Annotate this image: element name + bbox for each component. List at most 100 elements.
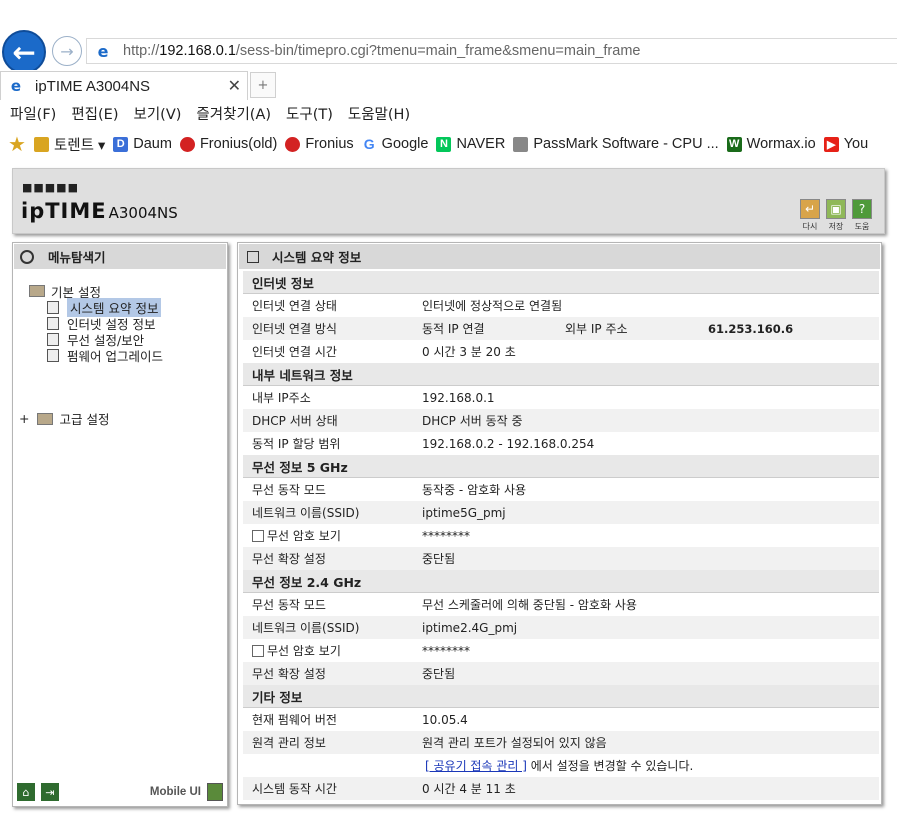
content-header: 시스템 요약 정보 (239, 244, 880, 269)
menu-favorites[interactable]: 즐겨찾기(A) (196, 103, 271, 124)
table-row: 무선 확장 설정 중단됨 (243, 662, 879, 685)
daum-icon: D (113, 136, 129, 152)
table-row: 동적 IP 할당 범위 192.168.0.2 - 192.168.0.254 (252, 436, 595, 452)
chart-icon (47, 300, 59, 314)
fav-fronius[interactable]: Fronius (285, 136, 354, 152)
section-internet: 인터넷 정보 (243, 271, 879, 294)
menu-explorer: 메뉴탐색기 기본 설정 시스템 요약 정보 인터넷 설정 정보 무선 설정/보안… (12, 242, 228, 807)
menu-tree: 기본 설정 시스템 요약 정보 인터넷 설정 정보 무선 설정/보안 펌웨어 업… (29, 283, 163, 364)
new-tab-button[interactable]: + (250, 72, 276, 98)
table-row: 원격 관리 정보 원격 관리 포트가 설정되어 있지 않음 (243, 731, 879, 754)
fav-google[interactable]: G Google (362, 136, 429, 152)
expand-icon: + (19, 411, 30, 426)
sidebar-footer: ⌂ ⇥ Mobile UI (17, 782, 223, 802)
show-password-5g[interactable]: 무선 암호 보기 (252, 527, 341, 544)
url-text: http://192.168.0.1/sess-bin/timepro.cgi?… (123, 43, 641, 59)
tree-advanced-settings[interactable]: + 고급 설정 (19, 409, 109, 428)
favorites-bar: ★ 토렌트 ▾ D Daum Fronius(old) Fronius G Goog… (0, 130, 897, 158)
wireless-icon (47, 332, 59, 346)
router-page: ■■■■■ ipTIME A3004NS ↵ 다시 ▣ 저장 ? 도움 메뉴탐색기 기본… (0, 160, 897, 823)
address-bar: ← → e http://192.168.0.1/sess-bin/timepr… (0, 28, 897, 74)
google-icon: G (363, 136, 375, 152)
ie-icon: e (97, 41, 109, 61)
table-row: DHCP 서버 상태 DHCP 서버 동작 중 (243, 409, 879, 432)
tab-iptime[interactable]: e ipTIME A3004NS ✕ (0, 71, 248, 100)
back-arrow-icon: ← (12, 35, 36, 69)
table-row: 인터넷 연결 시간 0 시간 3 분 20 초 (252, 345, 516, 359)
table-row: 무선 동작 모드 무선 스케줄러에 의해 중단됨 - 암호화 사용 (252, 598, 637, 612)
fronius-icon (285, 136, 301, 152)
summary-table: 인터넷 정보 인터넷 연결 상태 인터넷에 정상적으로 연결됨 인터넷 연결 방식… (243, 271, 879, 800)
reload-button[interactable]: ↵ 다시 (800, 199, 820, 232)
fav-daum[interactable]: D Daum (113, 136, 172, 152)
menu-file[interactable]: 파일(F) (10, 103, 56, 124)
table-row: 시스템 동작 시간 0 시간 4 분 11 초 (243, 777, 879, 800)
back-arrow-icon: ↵ (800, 199, 820, 219)
mobile-icon[interactable] (207, 783, 223, 801)
menu-tools[interactable]: 도구(T) (286, 103, 333, 124)
youtube-icon: ▶ (823, 136, 839, 152)
table-row: 네트워크 이름(SSID) iptime2.4G_pmj (243, 616, 879, 639)
forward-arrow-icon: → (60, 41, 74, 61)
table-row: 현재 펌웨어 버전 10.05.4 (252, 712, 468, 728)
logo-dots: ■■■■■ (22, 181, 79, 194)
table-row: 네트워크 이름(SSID) iptime5G_pmj (243, 501, 879, 524)
section-etc: 기타 정보 (243, 685, 879, 708)
folder-icon (29, 285, 45, 297)
fav-torrent[interactable]: 토렌트 ▾ (33, 134, 105, 155)
ie-icon: e (10, 77, 22, 95)
tab-strip: e ipTIME A3004NS ✕ + (0, 70, 897, 100)
url-field[interactable]: e http://192.168.0.1/sess-bin/timepro.cg… (86, 38, 897, 64)
naver-icon: N (436, 136, 452, 152)
menu-help[interactable]: 도움말(H) (348, 103, 410, 124)
section-wireless-24ghz: 무선 정보 2.4 GHz (243, 570, 879, 593)
star-icon[interactable]: ★ (8, 132, 26, 156)
help-icon: ? (852, 199, 872, 219)
folder-icon (33, 136, 49, 152)
remote-access-link[interactable]: [ 공유기 접속 관리 ] (425, 759, 527, 773)
show-password-checkbox[interactable] (252, 645, 264, 657)
table-row: 무선 암호 보기 ******** (243, 524, 879, 547)
menu-view[interactable]: 보기(V) (134, 103, 182, 124)
show-password-checkbox[interactable] (252, 530, 264, 542)
fav-wormax[interactable]: W Wormax.io (726, 136, 816, 152)
back-button[interactable]: ← (2, 30, 46, 74)
menu-edit[interactable]: 편집(E) (71, 103, 118, 124)
save-icon: ▣ (826, 199, 846, 219)
table-row: 무선 확장 설정 중단됨 (243, 547, 879, 570)
fav-youtube[interactable]: ▶ You (823, 136, 868, 152)
content-panel: 시스템 요약 정보 인터넷 정보 인터넷 연결 상태 인터넷에 정상적으로 연결됨… (237, 242, 882, 805)
magnifier-icon (20, 249, 34, 264)
table-row: 인터넷 연결 방식 동적 IP 연결 외부 IP 주소 61.253.160.6 (243, 317, 879, 340)
fav-passmark[interactable]: PassMark Software - CPU ... (513, 136, 719, 152)
folder-icon (37, 412, 54, 425)
section-lan: 내부 네트워크 정보 (243, 363, 879, 386)
table-row: [ 공유기 접속 관리 ] 에서 설정을 변경할 수 있습니다. (425, 759, 694, 773)
page-title: 시스템 요약 정보 (272, 250, 362, 265)
show-password-24g[interactable]: 무선 암호 보기 (252, 642, 341, 659)
window-icon (247, 250, 259, 263)
tab-title: ipTIME A3004NS (35, 77, 151, 95)
passmark-icon (513, 136, 529, 152)
fav-naver[interactable]: N NAVER (436, 136, 505, 152)
menu-explorer-header: 메뉴탐색기 (14, 244, 226, 269)
upgrade-icon (47, 348, 59, 362)
home-icon[interactable]: ⌂ (17, 783, 35, 801)
table-row: 무선 동작 모드 동작중 - 암호화 사용 (252, 483, 527, 497)
iptime-logo: ipTIME A3004NS (21, 199, 178, 223)
menu-bar: 파일(F) 편집(E) 보기(V) 즐겨찾기(A) 도구(T) 도움말(H) (0, 100, 897, 126)
section-wireless-5ghz: 무선 정보 5 GHz (243, 455, 879, 478)
fronius-icon (179, 136, 195, 152)
logout-icon[interactable]: ⇥ (41, 783, 59, 801)
tree-firmware-upgrade[interactable]: 펌웨어 업그레이드 (47, 347, 163, 364)
table-row: 무선 암호 보기 ******** (243, 639, 879, 662)
help-button[interactable]: ? 도움 (852, 199, 872, 232)
fav-fronius-old[interactable]: Fronius(old) (179, 136, 277, 152)
save-button[interactable]: ▣ 저장 (826, 199, 846, 232)
table-row: 인터넷 연결 상태 인터넷에 정상적으로 연결됨 (252, 299, 563, 313)
close-icon[interactable]: ✕ (228, 76, 241, 95)
router-header: ■■■■■ ipTIME A3004NS ↵ 다시 ▣ 저장 ? 도움 (12, 168, 885, 234)
mobile-ui-link[interactable]: Mobile UI (150, 786, 201, 798)
table-row: 내부 IP주소 192.168.0.1 (252, 390, 495, 406)
forward-button[interactable]: → (52, 36, 82, 66)
